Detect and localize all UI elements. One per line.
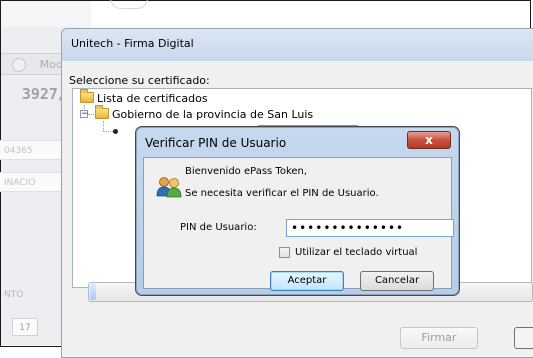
partial-button[interactable] [514, 327, 533, 349]
background-field-2[interactable]: INACIO [0, 172, 70, 192]
folder-icon [95, 105, 109, 119]
tree-collapse-icon[interactable]: − [80, 110, 89, 119]
accept-button[interactable]: Aceptar [270, 271, 344, 291]
virtual-keyboard-checkbox[interactable] [279, 247, 290, 258]
tree-connector [88, 114, 94, 115]
progress-fill [90, 284, 96, 300]
tree-connector [103, 131, 113, 132]
background-small-field[interactable]: 17 [12, 318, 38, 336]
close-button[interactable]: x [407, 131, 451, 149]
verify-message: Se necesita verificar el PIN de Usuario. [185, 188, 379, 199]
dialog-title: Verificar PIN de Usuario [145, 136, 287, 150]
dialog-content: Bienvenido ePass Token, Se necesita veri… [143, 157, 454, 291]
users-icon [156, 177, 182, 198]
pin-input[interactable] [286, 219, 454, 237]
certificate-item-icon[interactable] [113, 129, 118, 134]
window-title: Unitech - Firma Digital [71, 37, 194, 50]
certificate-select-label: Seleccione su certificado: [69, 74, 210, 87]
tree-connector [103, 121, 104, 131]
tree-item-root[interactable]: Lista de certificados [80, 89, 208, 105]
tree-item-gobierno-label: Gobierno de la provincia de San Luis [112, 108, 314, 121]
welcome-text: Bienvenido ePass Token, [185, 166, 308, 177]
background-tab-icon [12, 58, 26, 72]
background-field-1[interactable]: 04365 [0, 140, 70, 160]
verify-pin-dialog: Verificar PIN de Usuario x Bienvenido eP… [135, 126, 460, 296]
window-titlebar: Unitech - Firma Digital [62, 29, 533, 61]
cancel-button[interactable]: Cancelar [360, 271, 434, 291]
tree-item-gobierno[interactable]: Gobierno de la provincia de San Luis [95, 105, 314, 121]
virtual-keyboard-label[interactable]: Utilizar el teclado virtual [295, 247, 417, 258]
background-bottom-label: NTO [4, 290, 24, 300]
pin-label: PIN de Usuario: [180, 222, 257, 233]
tree-item-root-label: Lista de certificados [97, 92, 208, 105]
folder-icon [80, 89, 94, 103]
decorative-arc [110, 0, 148, 9]
firmar-button[interactable]: Firmar [400, 327, 478, 349]
